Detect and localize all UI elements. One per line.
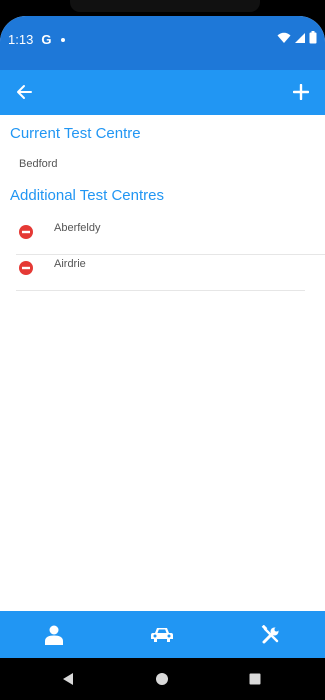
app-screen: 1:13 G Current Test Centre Bedford Addit… [0, 16, 325, 658]
remove-circle-icon[interactable] [18, 260, 34, 276]
recents-square-icon [249, 673, 261, 685]
status-right [277, 31, 317, 44]
system-back-button[interactable] [57, 668, 79, 690]
system-recents-button[interactable] [244, 668, 266, 690]
nav-vehicle-button[interactable] [108, 611, 216, 658]
google-icon: G [41, 32, 52, 47]
status-left: 1:13 G [8, 32, 66, 47]
car-icon [151, 627, 173, 642]
phone-speaker [70, 0, 260, 12]
nav-profile-button[interactable] [0, 611, 108, 658]
phone-frame: 1:13 G Current Test Centre Bedford Addit… [0, 0, 325, 700]
add-test-centre-button[interactable] [289, 80, 313, 104]
system-home-button[interactable] [151, 668, 173, 690]
bottom-navigation [0, 611, 325, 658]
app-bar [0, 70, 325, 115]
nav-tools-button[interactable] [216, 611, 325, 658]
status-bar: 1:13 G [0, 16, 325, 70]
signal-icon [295, 32, 305, 43]
notification-dot-icon [61, 37, 66, 42]
centre-name: Aberfeldy [54, 222, 101, 234]
back-button[interactable] [12, 80, 36, 104]
list-item: Airdrie [16, 254, 305, 291]
arrow-left-icon [17, 85, 32, 99]
list-item: Aberfeldy [16, 218, 325, 255]
plus-icon [293, 84, 309, 100]
tools-icon [261, 624, 278, 643]
person-icon [45, 625, 63, 645]
remove-circle-icon[interactable] [18, 224, 34, 240]
status-time: 1:13 [8, 32, 34, 47]
back-triangle-icon [63, 673, 73, 685]
battery-icon [309, 31, 317, 44]
additional-centres-title: Additional Test Centres [10, 187, 164, 204]
current-centre-value: Bedford [19, 158, 58, 170]
current-centre-title: Current Test Centre [10, 125, 141, 142]
home-circle-icon [156, 673, 168, 685]
wifi-icon [277, 32, 291, 43]
system-navigation-bar [0, 658, 325, 700]
centre-name: Airdrie [54, 258, 86, 270]
